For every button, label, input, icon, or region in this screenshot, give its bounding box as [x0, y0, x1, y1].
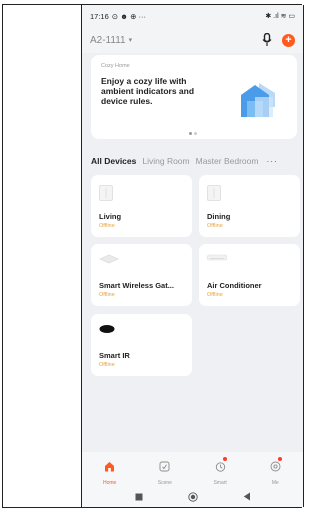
chevron-down-icon: ▾: [128, 37, 133, 44]
recent-apps-icon[interactable]: [135, 493, 143, 501]
panel-switch-icon: [99, 185, 113, 201]
me-icon: [270, 461, 281, 472]
device-name: Smart Wireless Gat...: [99, 281, 174, 290]
panel-switch-icon: [207, 185, 221, 201]
promo-banner[interactable]: Cozy Home Enjoy a cozy life with ambient…: [91, 55, 297, 139]
air-conditioner-icon: [207, 254, 227, 261]
scene-icon: [159, 461, 170, 472]
status-bar: 17:16 ⊙ ☻ ⊕ ··· ✱ .ıl ≋ ▭: [82, 5, 303, 27]
banner-title: Enjoy a cozy life with ambient indicator…: [101, 76, 195, 106]
tab-scene[interactable]: Scene: [145, 459, 185, 486]
home-selector[interactable]: A2-1111 ▾: [90, 35, 132, 46]
add-device-button[interactable]: +: [282, 33, 295, 47]
ir-remote-icon: [99, 325, 115, 333]
device-status: Offline: [99, 362, 115, 368]
device-status: Offline: [207, 223, 223, 229]
gateway-icon: [99, 254, 119, 264]
device-card-smart-ir[interactable]: Smart IR Offline: [91, 314, 192, 376]
tab-home[interactable]: Home: [90, 459, 130, 486]
status-time: 17:16: [90, 11, 109, 21]
device-name: Air Conditioner: [207, 281, 262, 290]
home-nav-icon[interactable]: [187, 491, 198, 502]
home-icon: [105, 462, 115, 472]
device-card-air-conditioner[interactable]: Air Conditioner Offline: [199, 244, 300, 306]
banner-pager: [189, 132, 197, 135]
system-nav-bar: [82, 486, 303, 507]
device-name: Living: [99, 212, 122, 221]
status-right-icons: ✱ .ıl ≋ ▭: [265, 13, 295, 20]
back-icon[interactable]: [243, 492, 251, 501]
device-status: Offline: [207, 292, 223, 298]
device-card-living[interactable]: Living Offline: [91, 175, 192, 237]
bottom-tab-bar: Home Scene Smart Me: [82, 452, 303, 486]
device-card-gateway[interactable]: Smart Wireless Gat... Offline: [91, 244, 192, 306]
microphone-icon[interactable]: [262, 32, 272, 47]
cozy-home-illustration: [241, 83, 275, 117]
device-name: Dining: [207, 212, 231, 221]
more-tabs-icon[interactable]: ···: [266, 156, 278, 166]
tab-living-room[interactable]: Living Room: [142, 156, 189, 166]
room-tabs: All Devices Living Room Master Bedroom ·…: [91, 154, 303, 168]
tab-all-devices[interactable]: All Devices: [91, 156, 136, 166]
smart-icon: [215, 462, 225, 472]
status-left-icons: ⊙ ☻ ⊕ ···: [111, 11, 146, 21]
notification-badge: [278, 457, 283, 461]
tab-me[interactable]: Me: [255, 457, 295, 486]
header: A2-1111 ▾ +: [82, 27, 303, 53]
device-status: Offline: [99, 223, 115, 229]
home-name: A2-1111: [90, 34, 126, 46]
pager-dot-active: [189, 132, 192, 135]
pager-dot: [194, 132, 197, 135]
banner-tag: Cozy Home: [101, 63, 130, 69]
phone-screen: 17:16 ⊙ ☻ ⊕ ··· ✱ .ıl ≋ ▭ A2-1111 ▾ + Co…: [81, 5, 304, 507]
device-name: Smart IR: [99, 351, 130, 360]
notification-badge: [223, 457, 228, 461]
tab-smart[interactable]: Smart: [200, 457, 240, 486]
device-card-dining[interactable]: Dining Offline: [199, 175, 300, 237]
tab-master-bedroom[interactable]: Master Bedroom: [196, 156, 259, 166]
device-status: Offline: [99, 292, 115, 298]
